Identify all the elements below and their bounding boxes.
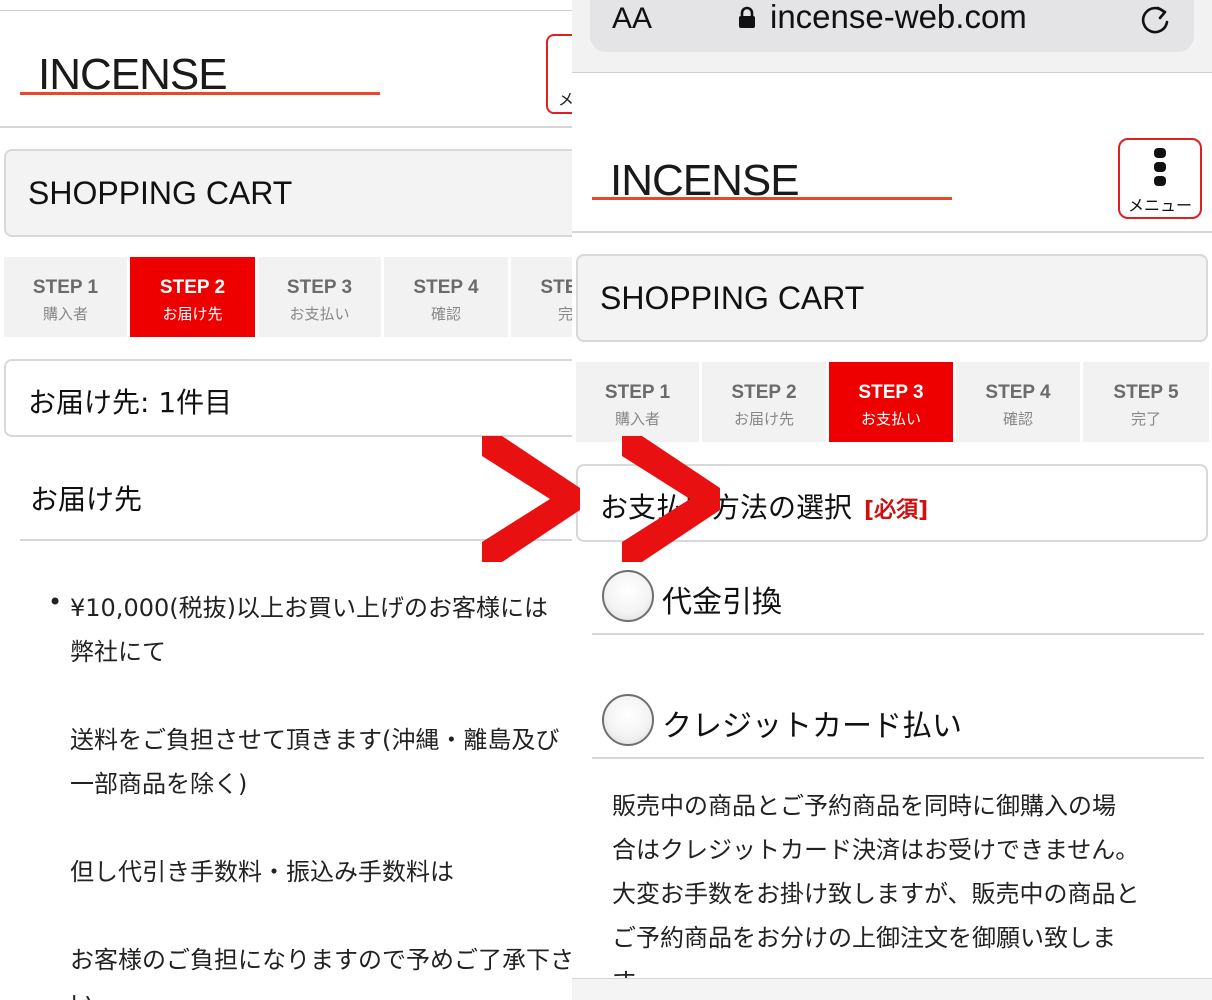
browser-bottom-bar [572,978,1212,1000]
step-5: STEP 5 完了 [1083,362,1209,442]
step-3-active: STEP 3 お支払い [829,362,953,442]
kebab-menu-icon [1154,148,1166,190]
shipping-note-line: 一部商品を除く) [70,770,248,798]
menu-label: メニュー [1127,196,1192,215]
step-indicator: STEP 1 購入者 STEP 2 お届け先 STEP 3 お支払い STEP … [576,362,1209,442]
menu-button[interactable]: メ [546,34,574,114]
reload-icon[interactable] [1138,2,1172,36]
step-1: STEP 1 購入者 [576,362,699,442]
shopping-cart-heading: SHOPPING CART [576,254,1208,342]
browser-divider [572,72,1212,73]
step-3: STEP 3 お支払い [258,257,381,337]
shipping-note-line: お客様のご負担になりますので予めご了承下さ [70,946,574,974]
option-label[interactable]: 代金引換 [662,577,782,621]
shopping-cart-heading: SHOPPING CART [4,149,574,237]
step-4: STEP 4 確認 [384,257,508,337]
shipping-note-line: 弊社にて [70,638,166,666]
step-1: STEP 1 購入者 [4,257,127,337]
menu-button[interactable]: メニュー [1118,138,1202,219]
shipping-note-line: い [70,984,94,1000]
shipping-note-line: 但し代引き手数料・振込み手数料は [70,858,454,886]
step-2-active: STEP 2 お届け先 [130,257,255,337]
option-divider [592,757,1204,759]
step-2: STEP 2 お届け先 [702,362,826,442]
cart-title: SHOPPING CART [600,280,865,316]
step-5: STEP 5 完了 [511,257,574,337]
lock-icon [739,6,755,28]
delivery-count-title: お届け先: 1件目 [28,386,233,419]
radio-credit-card[interactable] [602,694,654,746]
top-divider [0,10,574,11]
logo-underline [592,197,952,200]
bullet-icon: • [48,588,63,616]
text-size-button[interactable]: AA [612,2,652,36]
shipping-note-line: 送料をご負担させて頂きます(沖縄・離島及び [70,726,560,754]
step-indicator: STEP 1 購入者 STEP 2 お届け先 STEP 3 お支払い STEP … [4,257,574,337]
notice-line: 大変お手数をお掛け致しますが、販売中の商品と [612,880,1140,908]
delivery-section-title: お届け先 [30,483,143,516]
notice-line: 販売中の商品とご予約商品を同時に御購入の場 [612,792,1116,820]
option-divider [592,633,1204,635]
url-text[interactable]: incense-web.com [770,0,1027,36]
notice-line: ご予約商品をお分けの上御注文を御願い致しま [612,924,1116,952]
header-divider [572,231,1212,233]
shipping-note-line: ¥10,000(税抜)以上お買い上げのお客様には [70,594,548,622]
required-badge: [必須] [864,498,929,523]
logo-underline [20,92,380,95]
step-4: STEP 4 確認 [956,362,1080,442]
option-label[interactable]: クレジットカード払い [662,701,962,745]
cart-title: SHOPPING CART [28,175,293,211]
double-chevron-arrow-icon [482,436,720,562]
delivery-count-box: お届け先: 1件目 [4,359,574,437]
header-divider [0,126,574,128]
notice-line: 合はクレジットカード決済はお受けできません。 [612,836,1140,864]
radio-cod[interactable] [602,570,654,622]
